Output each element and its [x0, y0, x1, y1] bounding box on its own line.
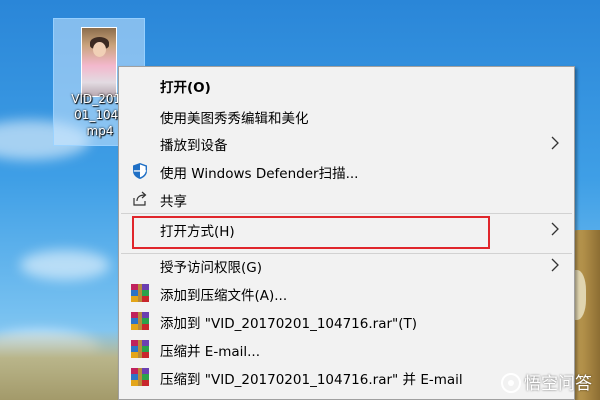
menu-item-label: 共享 — [160, 194, 187, 210]
menu-item-cast-to-device[interactable]: 播放到设备 — [119, 131, 574, 155]
share-icon — [133, 191, 147, 206]
winrar-icon — [131, 340, 149, 358]
menu-item-share[interactable]: 共享 — [119, 187, 574, 211]
watermark-text: 悟空问答 — [524, 374, 592, 394]
chevron-right-icon — [551, 222, 559, 236]
menu-item-meitu-edit[interactable]: 使用美图秀秀编辑和美化 — [119, 104, 574, 128]
menu-item-label: 使用 Windows Defender扫描... — [160, 166, 359, 182]
menu-item-label: 播放到设备 — [160, 138, 228, 154]
menu-item-label: 授予访问权限(G) — [160, 260, 262, 276]
menu-item-label: 压缩到 "VID_20170201_104716.rar" 并 E-mail — [160, 372, 463, 388]
menu-item-defender-scan[interactable]: 使用 Windows Defender扫描... — [119, 159, 574, 183]
menu-item-add-to-archive[interactable]: 添加到压缩文件(A)... — [119, 281, 574, 305]
winrar-icon — [131, 368, 149, 386]
winrar-icon — [131, 312, 149, 330]
video-thumbnail-icon — [81, 27, 117, 97]
windows-defender-shield-icon — [133, 163, 147, 179]
menu-item-label: 使用美图秀秀编辑和美化 — [160, 111, 309, 127]
menu-item-label: 添加到压缩文件(A)... — [160, 288, 288, 304]
wukong-logo-icon — [501, 373, 521, 393]
menu-item-compress-and-email[interactable]: 压缩并 E-mail... — [119, 337, 574, 361]
menu-item-label: 打开(O) — [160, 80, 211, 96]
menu-separator — [121, 213, 572, 214]
context-menu: 打开(O) 使用美图秀秀编辑和美化 播放到设备 使用 Windows Defen… — [118, 66, 575, 400]
menu-item-add-to-named-rar[interactable]: 添加到 "VID_20170201_104716.rar"(T) — [119, 309, 574, 333]
menu-item-label: 压缩并 E-mail... — [160, 344, 260, 360]
chevron-right-icon — [551, 258, 559, 272]
winrar-icon — [131, 284, 149, 302]
watermark: 悟空问答 — [501, 369, 592, 394]
menu-item-grant-access[interactable]: 授予访问权限(G) — [119, 253, 574, 277]
chevron-right-icon — [551, 136, 559, 150]
menu-item-label: 添加到 "VID_20170201_104716.rar"(T) — [160, 316, 418, 332]
red-highlight-box — [132, 216, 490, 249]
menu-item-open[interactable]: 打开(O) — [119, 73, 574, 97]
